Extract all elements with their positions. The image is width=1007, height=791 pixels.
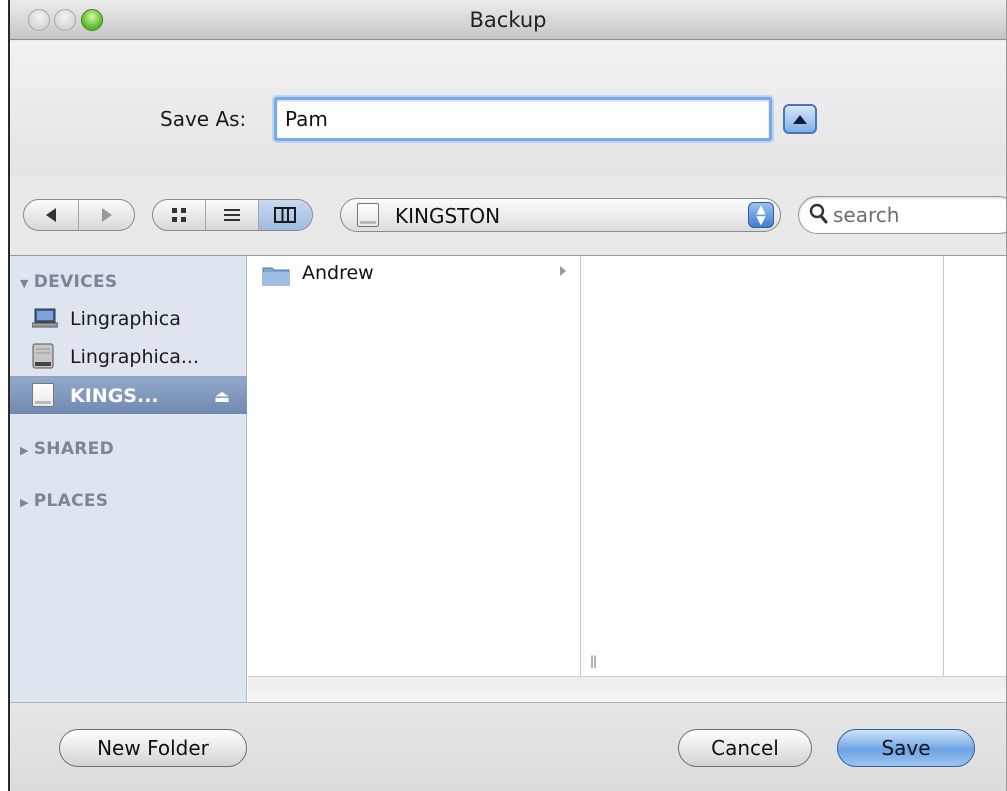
top-panel: Save As: Pam KINGSTON ▲ ▼ search [10,41,1006,234]
sidebar-section-shared[interactable]: ▶ SHARED [20,439,114,459]
bottom-panel: New Folder Cancel Save [10,702,1006,791]
sidebar-section-devices[interactable]: ▼ DEVICES [20,272,117,292]
folder-icon [262,267,290,286]
list-item-andrew[interactable]: Andrew [258,262,574,290]
back-button[interactable] [24,200,80,230]
arrow-left-icon [46,208,56,222]
usb-drive-icon [32,383,54,407]
sidebar-item-label: Lingraphica... [70,346,200,368]
location-popup[interactable]: KINGSTON ▲ ▼ [340,198,781,232]
browser-column-1: Andrew [248,256,581,676]
new-folder-button[interactable]: New Folder [59,729,247,767]
list-icon [224,209,240,221]
disclosure-right-icon [560,266,566,276]
sidebar-item-kingston[interactable]: KINGS... ⏏ [10,376,247,414]
search-icon [809,203,828,224]
section-label: PLACES [33,491,109,511]
save-as-input[interactable] [274,97,772,141]
search-input[interactable] [831,201,1001,229]
columns-icon [274,207,297,223]
save-dialog-window: Backup Save As: Pam KINGSTON ▲ ▼ search … [8,0,1007,791]
disclosure-right-icon: ▶ [20,496,29,509]
horizontal-scrollbar[interactable] [248,676,1006,703]
list-view-button[interactable] [206,200,259,230]
forward-button[interactable] [79,200,134,230]
disclosure-right-icon: ▶ [20,444,29,457]
save-button[interactable]: Save [837,729,975,767]
file-browser: ▼ DEVICES Lingraphica Lingraphica... KIN… [10,255,1006,703]
collapse-dialog-button[interactable] [783,104,817,134]
column-resize-handle[interactable]: || [590,654,597,668]
browser-column-3 [945,256,1006,676]
popup-stepper-icon: ▲ ▼ [748,202,774,228]
usb-drive-icon [357,203,379,227]
column-view-button[interactable] [258,200,312,230]
sidebar: ▼ DEVICES Lingraphica Lingraphica... KIN… [10,256,247,702]
sidebar-item-label: Lingraphica [70,308,181,330]
section-label: DEVICES [33,272,118,292]
disclosure-down-icon: ▼ [20,277,29,290]
sidebar-section-places[interactable]: ▶ PLACES [20,491,108,511]
back-forward-control [23,199,135,231]
sidebar-item-label: KINGS... [70,385,159,407]
sidebar-item-lingraphica[interactable]: Lingraphica [10,300,247,338]
view-mode-control [152,199,313,231]
save-as-label: Save As: [160,107,247,131]
cancel-button[interactable]: Cancel [678,729,812,767]
grid-icon [172,208,187,222]
window-title: Backup [469,8,547,32]
icon-view-button[interactable] [153,200,207,230]
sidebar-item-lingraphica-disk[interactable]: Lingraphica... [10,338,247,376]
browser-column-2: || [582,256,944,676]
search-field[interactable] [798,196,1006,234]
location-label: KINGSTON [395,204,501,228]
title-bar[interactable]: Backup [10,0,1006,40]
file-name: Andrew [302,262,374,284]
chevron-up-icon [793,114,807,124]
arrow-right-icon [101,208,112,222]
hard-disk-icon [32,343,54,369]
laptop-icon [32,308,58,328]
section-label: SHARED [33,439,115,459]
eject-icon[interactable]: ⏏ [214,387,230,407]
